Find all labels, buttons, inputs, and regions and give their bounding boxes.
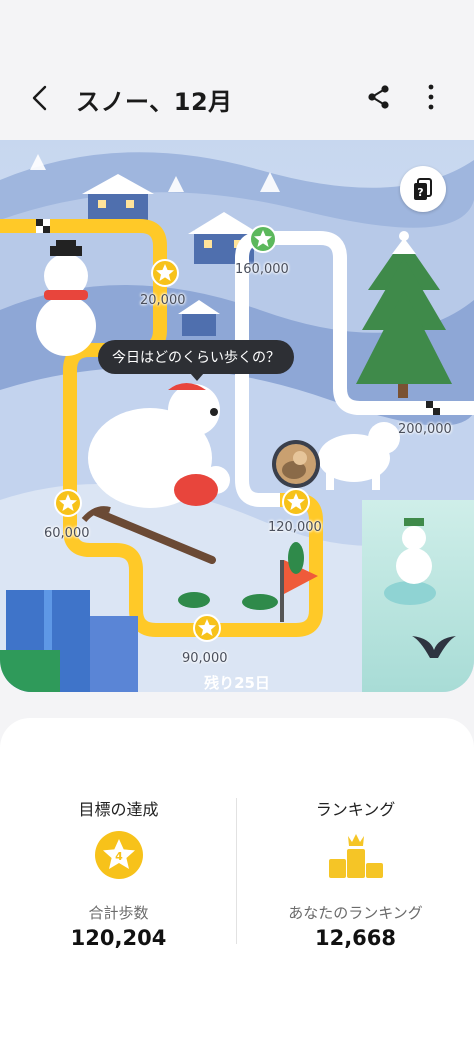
ranking-section[interactable]: ランキング あなたのランキング 12,668 — [237, 718, 474, 1053]
milestone-star-icon — [193, 614, 221, 642]
svg-text:?: ? — [417, 186, 423, 199]
milestone-label-120000: 120,000 — [268, 520, 322, 535]
milestone-star-icon — [54, 489, 82, 517]
help-button[interactable]: ? — [400, 166, 446, 212]
milestone-label-160000: 160,000 — [235, 262, 289, 277]
share-button[interactable] — [364, 82, 394, 112]
checkered-flag-icon — [36, 219, 50, 233]
back-button[interactable] — [24, 80, 56, 116]
milestone-star-icon — [151, 259, 179, 287]
your-ranking-value: 12,668 — [314, 926, 397, 950]
share-icon — [368, 85, 389, 109]
podium-crown-icon — [328, 830, 384, 884]
milestone-star-green-icon — [249, 225, 277, 253]
ranking-heading: ランキング — [315, 800, 396, 819]
milestone-label-20000: 20,000 — [140, 293, 186, 308]
goal-achievement-section[interactable]: 目標の達成 4 合計歩数 120,204 — [0, 718, 237, 1053]
goal-heading: 目標の達成 — [78, 800, 159, 819]
svg-text:4: 4 — [115, 850, 123, 863]
checkered-flag-icon — [426, 401, 440, 415]
challenge-map: ? 今日はどのくらい歩くの？ 20,000 60,000 90,000 120,… — [0, 140, 474, 692]
total-steps-value: 120,204 — [70, 926, 167, 950]
more-vertical-icon — [428, 84, 434, 110]
stats-card: 目標の達成 4 合計歩数 120,204 ランキング あなたのランキング 12,… — [0, 718, 474, 1053]
days-remaining: 残り25日 — [204, 674, 270, 692]
total-steps-label: 合計歩数 — [88, 904, 149, 922]
speech-bubble: 今日はどのくらい歩くの？ — [98, 340, 294, 381]
chevron-left-icon — [32, 85, 47, 111]
user-avatar-marker — [272, 440, 320, 488]
milestone-label-90000: 90,000 — [182, 651, 228, 666]
winter-map-illustration — [0, 140, 474, 692]
milestone-label-200000: 200,000 — [398, 422, 452, 437]
milestone-star-icon — [282, 488, 310, 516]
goal-badge-icon: 4 — [94, 830, 144, 884]
more-options-button[interactable] — [418, 82, 444, 112]
help-cards-icon: ? — [414, 178, 432, 200]
app-header: スノー、12月 — [0, 0, 474, 140]
page-title: スノー、12月 — [76, 88, 233, 116]
your-ranking-label: あなたのランキング — [288, 904, 423, 922]
milestone-label-60000: 60,000 — [44, 526, 90, 541]
